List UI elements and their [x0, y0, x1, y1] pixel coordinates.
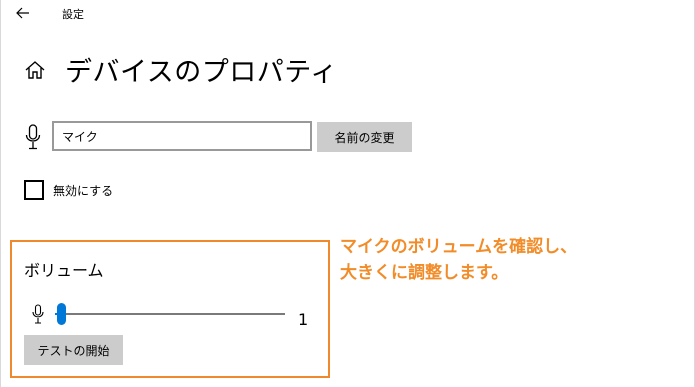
window-border-left	[0, 0, 1, 387]
rename-button[interactable]: 名前の変更	[317, 122, 412, 152]
home-icon[interactable]	[24, 59, 46, 81]
device-name-input[interactable]	[52, 121, 312, 151]
annotation-callout: マイクのボリュームを確認し、 大きくに調整します。	[340, 234, 577, 286]
volume-heading: ボリューム	[24, 261, 104, 280]
start-test-button[interactable]: テストの開始	[24, 335, 123, 365]
title-bar: 設定	[0, 0, 695, 28]
disable-label[interactable]: 無効にする	[53, 182, 113, 199]
page-title: デバイスのプロパティ	[65, 57, 338, 88]
volume-slider-track[interactable]	[55, 313, 285, 315]
window-title: 設定	[62, 8, 84, 21]
volume-value: 1	[298, 310, 309, 329]
microphone-icon	[25, 124, 41, 150]
microphone-icon	[32, 304, 44, 324]
annotation-line-2: 大きくに調整します。	[340, 263, 509, 283]
annotation-line-1: マイクのボリュームを確認し、	[340, 237, 578, 257]
volume-slider-thumb[interactable]	[57, 303, 66, 325]
arrow-left-icon	[16, 7, 29, 19]
disable-checkbox[interactable]	[24, 180, 44, 200]
back-button[interactable]	[8, 0, 38, 26]
